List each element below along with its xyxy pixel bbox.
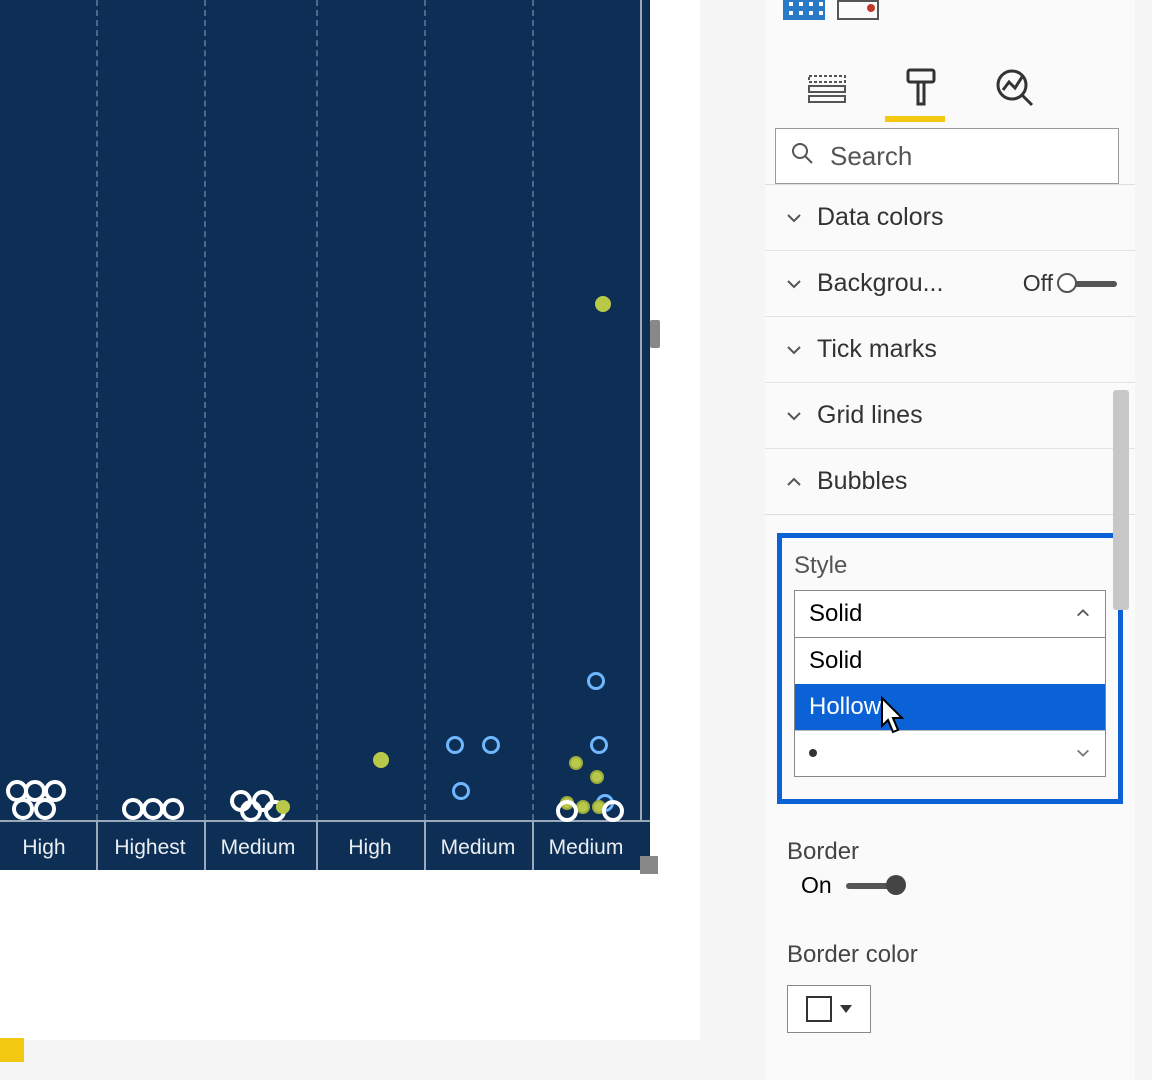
chevron-up-icon — [783, 471, 805, 493]
toggle-state-label: On — [801, 872, 832, 899]
section-label: Bubbles — [817, 467, 907, 496]
search-placeholder: Search — [830, 141, 912, 172]
style-dropdown[interactable]: Solid Solid Hollow — [794, 590, 1106, 777]
section-bubbles[interactable]: Bubbles — [765, 449, 1135, 514]
gridline — [316, 0, 318, 820]
dropdown-option-hollow[interactable]: Hollow — [795, 684, 1105, 730]
section-label: Data colors — [817, 203, 943, 232]
gridline — [424, 0, 426, 820]
border-color-picker[interactable] — [787, 985, 871, 1033]
viz-type-thumbnail[interactable] — [783, 0, 825, 20]
option-label: Solid — [809, 647, 862, 675]
data-point[interactable] — [569, 756, 583, 770]
section-grid-lines[interactable]: Grid lines — [765, 383, 1135, 449]
dropdown-list: Solid Hollow — [795, 637, 1105, 776]
dropdown-selected-value: Solid — [809, 600, 862, 628]
gridline — [96, 0, 98, 820]
data-point[interactable] — [240, 800, 262, 822]
category-label: High — [316, 836, 424, 860]
dropdown-option-solid[interactable]: Solid — [795, 638, 1105, 684]
data-point[interactable] — [162, 798, 184, 820]
caret-down-icon — [840, 1005, 852, 1013]
analytics-tab[interactable] — [993, 68, 1037, 108]
active-tab-indicator — [885, 116, 945, 122]
chevron-down-icon — [783, 339, 805, 361]
data-point[interactable] — [276, 800, 290, 814]
data-point[interactable] — [482, 736, 500, 754]
search-icon — [790, 141, 814, 172]
page-tab-indicator[interactable] — [0, 1038, 24, 1062]
axis-right — [640, 0, 642, 820]
scroll-corner[interactable] — [640, 856, 658, 874]
data-point[interactable] — [373, 752, 389, 768]
chevron-down-icon — [783, 207, 805, 229]
format-tab[interactable] — [899, 68, 943, 108]
viz-type-thumbnail[interactable] — [837, 0, 879, 20]
report-canvas: High Highest Medium High Medium Medium — [0, 0, 700, 1040]
bubbles-style-group: Style Solid Solid Hollow — [777, 533, 1123, 804]
section-tick-marks[interactable]: Tick marks — [765, 317, 1135, 383]
chevron-down-icon — [783, 405, 805, 427]
section-data-colors[interactable]: Data colors — [765, 185, 1135, 251]
data-point[interactable] — [142, 798, 164, 820]
category-label: Medium — [424, 836, 532, 860]
category-label: Highest — [96, 836, 204, 860]
dropdown-more[interactable] — [795, 730, 1105, 776]
data-point[interactable] — [122, 798, 144, 820]
section-label: Backgrou... — [817, 269, 943, 298]
data-point[interactable] — [452, 782, 470, 800]
toggle-state-label: Off — [1023, 270, 1053, 297]
gridline — [532, 0, 534, 820]
border-label: Border — [765, 828, 1135, 872]
data-point[interactable] — [590, 770, 604, 784]
data-point[interactable] — [556, 800, 578, 822]
data-point[interactable] — [602, 800, 624, 822]
scatter-chart-visual[interactable]: High Highest Medium High Medium Medium — [0, 0, 650, 870]
category-label: Medium — [204, 836, 312, 860]
pane-scrollbar[interactable] — [1113, 390, 1129, 610]
section-background[interactable]: Backgrou... Off — [765, 251, 1135, 317]
section-label: Tick marks — [817, 335, 937, 364]
data-point[interactable] — [590, 736, 608, 754]
border-toggle[interactable]: On — [765, 872, 1135, 913]
category-label: Medium — [532, 836, 640, 860]
chart-scrollbar[interactable] — [650, 320, 660, 348]
fields-tab[interactable] — [805, 68, 849, 108]
visualizations-format-pane: Search Data colors Backgrou... Off Tick … — [765, 0, 1135, 1080]
color-swatch-box — [806, 996, 832, 1022]
data-point[interactable] — [576, 800, 590, 814]
section-label: Grid lines — [817, 401, 923, 430]
dropdown-selected[interactable]: Solid — [795, 591, 1105, 637]
data-point[interactable] — [34, 798, 56, 820]
border-color-label: Border color — [765, 913, 1135, 975]
bullet-icon — [809, 749, 817, 757]
chevron-up-icon — [1075, 600, 1091, 628]
gridline — [204, 0, 206, 820]
format-search-input[interactable]: Search — [775, 128, 1119, 184]
option-label: Hollow — [809, 693, 881, 721]
data-point[interactable] — [587, 672, 605, 690]
chevron-down-icon — [1075, 745, 1091, 766]
data-point[interactable] — [595, 296, 611, 312]
data-point[interactable] — [12, 798, 34, 820]
background-toggle[interactable]: Off — [1023, 270, 1117, 297]
category-label: High — [0, 836, 98, 860]
data-point[interactable] — [446, 736, 464, 754]
style-label: Style — [794, 552, 1106, 580]
chevron-down-icon — [783, 273, 805, 295]
